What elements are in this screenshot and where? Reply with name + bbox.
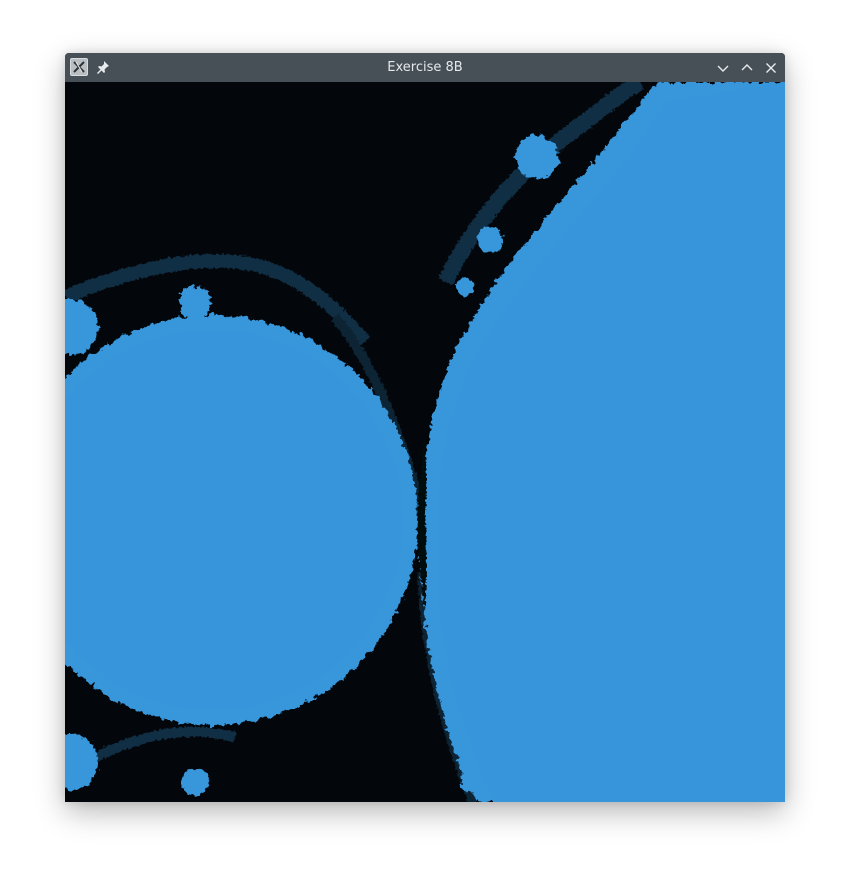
app-icon[interactable] (70, 58, 88, 76)
bulb-right-2 (477, 227, 503, 253)
chevron-down-icon (717, 65, 729, 72)
app-icon-glyph (73, 61, 85, 73)
bulb-right-1 (515, 135, 559, 179)
bulb-lower (181, 768, 209, 796)
desktop: Exercise 8B (0, 0, 850, 879)
app-window[interactable]: Exercise 8B (65, 53, 785, 802)
fractal-canvas[interactable] (65, 82, 785, 802)
pin-button[interactable] (95, 59, 111, 75)
bulb-lower-right (460, 772, 480, 792)
bulb-right-3 (456, 278, 474, 296)
close-button[interactable] (761, 58, 781, 78)
chevron-up-icon (741, 64, 753, 71)
mandelbrot-render (65, 82, 785, 802)
title-bar[interactable]: Exercise 8B (65, 53, 785, 82)
window-title: Exercise 8B (387, 60, 463, 75)
bulb-upper (179, 286, 211, 318)
minimize-button[interactable] (713, 58, 733, 78)
pin-icon (97, 61, 109, 74)
close-icon (766, 63, 776, 73)
maximize-button[interactable] (737, 58, 757, 78)
